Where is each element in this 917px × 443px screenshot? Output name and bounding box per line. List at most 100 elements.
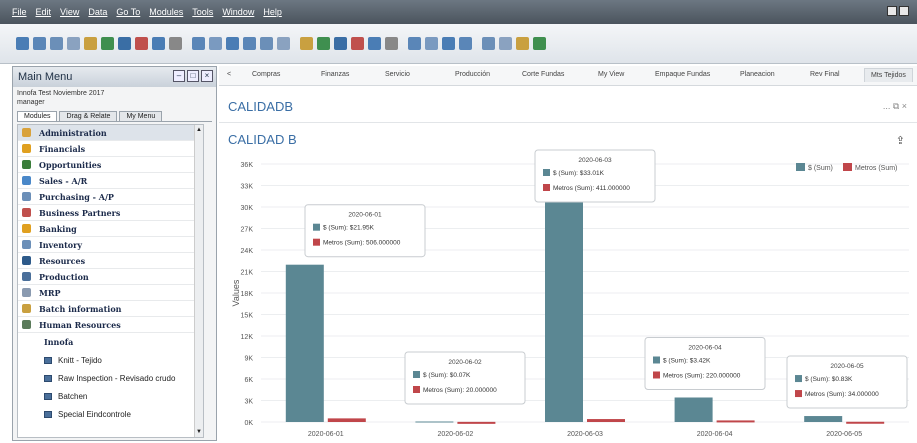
tab-finanzas[interactable]: Finanzas [321,71,349,78]
menu-file[interactable]: File [12,7,27,17]
launch-icon[interactable] [152,37,165,50]
email-icon[interactable] [50,37,63,50]
module-human-resources[interactable]: Human Resources [18,317,203,333]
menu-edit[interactable]: Edit [36,7,52,17]
base-document-icon[interactable] [351,37,364,50]
user-defined-icon[interactable] [482,37,495,50]
tooltip-swatch-metros [543,184,550,191]
form-settings-icon[interactable] [442,37,455,50]
tab-rev-final[interactable]: Rev Final [810,71,840,78]
tab-drag-relate[interactable]: Drag & Relate [59,111,118,121]
module-mrp[interactable]: MRP [18,285,203,301]
tab-produccion[interactable]: Producción [455,71,490,78]
tab-planeacion[interactable]: Planeacion [740,71,775,78]
menu-help[interactable]: Help [263,7,282,17]
next-record-icon[interactable] [260,37,273,50]
scroll-up-icon[interactable]: ▲ [195,126,203,134]
scroll-down-icon[interactable]: ▼ [195,428,203,436]
help-icon[interactable] [533,37,546,50]
menu-tools[interactable]: Tools [192,7,213,17]
module-list-scrollbar[interactable]: ▲ ▼ [194,125,203,437]
purchasing-icon [22,192,31,201]
module-inventory[interactable]: Inventory [18,237,203,253]
messages-icon[interactable] [499,37,512,50]
module-batch-information[interactable]: Batch information [18,301,203,317]
group-innofa[interactable]: Innofa [18,333,203,351]
module-opportunities[interactable]: Opportunities [18,157,203,173]
tab-my-view[interactable]: My View [598,71,624,78]
excel-icon[interactable] [101,37,114,50]
print-icon[interactable] [33,37,46,50]
pdf-icon[interactable] [135,37,148,50]
journal-icon[interactable] [408,37,421,50]
menu-modules[interactable]: Modules [149,7,183,17]
window-controls [887,6,909,16]
business-partners-icon [22,208,31,217]
inventory-icon [22,240,31,249]
tab-empaque-fundas[interactable]: Empaque Fundas [655,71,710,78]
bar-chart: 0K 3K 6K 9K 12K 15K 18K 21K 24K 27K 30K 33K 36K Value… [231,149,909,438]
find-icon[interactable] [192,37,205,50]
module-label: Resources [39,255,86,266]
module-resources[interactable]: Resources [18,253,203,269]
tabs-back-icon[interactable]: < [227,71,231,78]
y-tick-label: 9K [244,356,253,363]
calendar-icon[interactable] [516,37,529,50]
lock-icon[interactable] [84,37,97,50]
module-banking[interactable]: Banking [18,221,203,237]
refresh-icon[interactable] [300,37,313,50]
main-menu-tabs: Modules Drag & Relate My Menu [17,111,212,122]
panel-restore-icon[interactable]: □ [187,70,199,82]
module-production[interactable]: Production [18,269,203,285]
preview-icon[interactable] [16,37,29,50]
prev-record-icon[interactable] [243,37,256,50]
sub-item[interactable]: Raw Inspection - Revisado crudo [18,369,203,387]
tooltip-dollar: $ (Sum): $3.42K [663,357,711,364]
module-financials[interactable]: Financials [18,141,203,157]
sales-icon [22,176,31,185]
last-record-icon[interactable] [277,37,290,50]
tab-compras[interactable]: Compras [252,71,280,78]
sort-icon[interactable] [334,37,347,50]
sub-item[interactable]: Knitt - Tejido [18,351,203,369]
tab-mts-tejidos[interactable]: Mts Tejidos [864,68,913,82]
menu-window[interactable]: Window [222,7,254,17]
sub-item[interactable]: Batchen [18,387,203,405]
tooltip-date: 2020-06-03 [578,157,612,164]
first-record-icon[interactable] [226,37,239,50]
gross-profit-icon[interactable] [385,37,398,50]
tab-my-menu[interactable]: My Menu [119,111,163,121]
panel-close-icon[interactable]: × [201,70,213,82]
x-tick-label: 2020-06-01 [308,431,344,438]
y-tick-label: 36K [241,162,254,169]
y-tick-label: 12K [241,334,254,341]
module-business-partners[interactable]: Business Partners [18,205,203,221]
layout-icon[interactable] [425,37,438,50]
production-icon [22,272,31,281]
filter-icon[interactable] [317,37,330,50]
menu-data[interactable]: Data [88,7,107,17]
restore-icon[interactable] [899,6,909,16]
menu-view[interactable]: View [60,7,79,17]
tooltip-metros: Metros (Sum): 34.000000 [805,391,879,398]
module-administration[interactable]: Administration [18,125,203,141]
add-icon[interactable] [209,37,222,50]
edit-icon[interactable] [459,37,472,50]
tab-servicio[interactable]: Servicio [385,71,410,78]
module-label: Banking [39,223,77,234]
menu-goto[interactable]: Go To [116,7,140,17]
module-sales-a-r[interactable]: Sales - A/R [18,173,203,189]
word-icon[interactable] [118,37,131,50]
bar-metros-sum [457,421,496,424]
banking-icon [22,224,31,233]
page-window-controls[interactable]: ... ⧉ × [883,101,907,112]
tab-corte-fundas[interactable]: Corte Fundas [522,71,564,78]
tab-modules[interactable]: Modules [17,111,58,121]
module-purchasing-a-p[interactable]: Purchasing - A/P [18,189,203,205]
panel-minimize-icon[interactable]: – [173,70,185,82]
target-document-icon[interactable] [368,37,381,50]
minimize-icon[interactable] [887,6,897,16]
export-icon[interactable] [67,37,80,50]
sub-item[interactable]: Special Eindcontrole [18,405,203,423]
settings-icon[interactable] [169,37,182,50]
